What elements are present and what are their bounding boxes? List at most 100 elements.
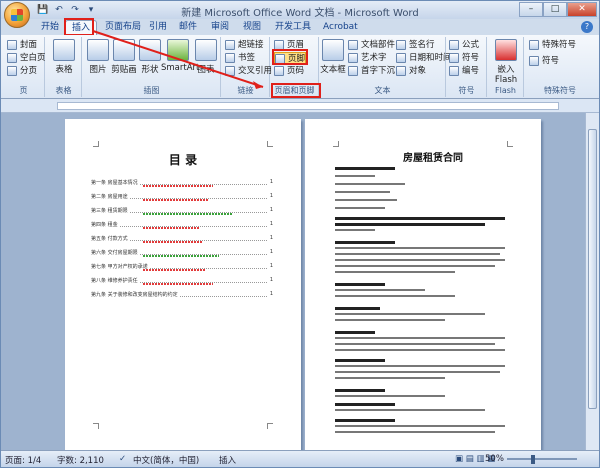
contract-text-line	[335, 343, 495, 345]
contract-text-line	[335, 253, 500, 255]
date-time-button[interactable]: 日期和时间	[396, 52, 452, 64]
zoom-slider-thumb[interactable]	[531, 455, 535, 464]
tab-view[interactable]: 视图	[237, 20, 267, 35]
contract-text-line	[335, 229, 375, 231]
equation-button[interactable]: 公式	[449, 39, 479, 51]
contract-text-line	[335, 223, 485, 226]
page-contract: 房屋租赁合同	[305, 119, 541, 451]
tab-acrobat[interactable]: Acrobat	[317, 20, 364, 35]
proofing-icon[interactable]: ✓	[119, 454, 126, 464]
cover-page-button[interactable]: 封面	[7, 39, 37, 51]
shapes-icon	[139, 39, 161, 61]
contract-text-line	[335, 377, 445, 379]
numbering-button[interactable]: 编号	[449, 65, 479, 77]
embed-flash-button[interactable]: 嵌入 Flash	[491, 39, 521, 85]
zoom-level[interactable]: 50%	[485, 454, 504, 464]
group-label-tables: 表格	[55, 86, 72, 95]
group-label-pages: 页	[19, 86, 28, 95]
contract-text-line	[335, 419, 395, 422]
chart-icon	[195, 39, 217, 61]
maximize-button[interactable]: □	[543, 2, 567, 17]
object-button[interactable]: 对象	[396, 65, 426, 77]
contract-text-line	[335, 283, 385, 286]
group-flash: 嵌入 Flash Flash	[488, 37, 524, 97]
tab-developer[interactable]: 开发工具	[269, 20, 317, 35]
tab-home[interactable]: 开始	[35, 20, 65, 35]
drop-cap-button[interactable]: 首字下沉	[348, 65, 395, 77]
toc-entry[interactable]: 第三条 租赁期限 1	[91, 207, 273, 216]
scroll-thumb[interactable]	[588, 129, 597, 409]
group-symbols: 公式 符号 编号 符号	[447, 37, 487, 97]
contract-text-line	[335, 389, 385, 392]
signature-line-button[interactable]: 签名行	[396, 39, 435, 51]
picture-icon	[87, 39, 109, 61]
bookmark-button[interactable]: 书签	[225, 52, 255, 64]
close-button[interactable]: ✕	[567, 2, 597, 17]
zoom-slider[interactable]	[507, 458, 577, 460]
word-count[interactable]: 字数: 2,110	[57, 454, 104, 466]
toc-entry[interactable]: 第五条 付款方式 1	[91, 235, 273, 244]
margin-mark	[333, 141, 339, 147]
tab-review[interactable]: 审阅	[205, 20, 235, 35]
minimize-button[interactable]: –	[519, 2, 543, 17]
contract-text-line	[335, 337, 505, 339]
chart-button[interactable]: 图表	[191, 39, 221, 75]
office-button[interactable]	[4, 2, 30, 28]
contract-text-line	[335, 271, 455, 273]
hyperlink-button[interactable]: 超链接	[225, 39, 264, 51]
contract-text-line	[335, 295, 455, 297]
textbox-button[interactable]: 文本框	[318, 39, 348, 75]
tab-mailings[interactable]: 邮件	[173, 20, 203, 35]
contract-text-line	[335, 425, 505, 427]
contract-text-line	[335, 183, 405, 185]
toc-entry[interactable]: 第六条 交付房屋期限 1	[91, 249, 273, 258]
contract-text-line	[335, 247, 505, 249]
contract-text-line	[335, 217, 505, 220]
page-count[interactable]: 页面: 1/4	[5, 454, 41, 466]
smartart-button[interactable]: SmartArt	[161, 39, 199, 73]
toc-entry[interactable]: 第八条 维修养护责任 1	[91, 277, 273, 286]
page-break-button[interactable]: 分页	[7, 65, 37, 77]
margin-mark	[267, 141, 273, 147]
contract-text-line	[335, 259, 505, 261]
symbol-button[interactable]: 符号	[449, 52, 479, 64]
toc-entry[interactable]: 第七条 甲方对产权的承诺 1	[91, 263, 273, 272]
vertical-scrollbar[interactable]	[585, 113, 599, 451]
toc-entry[interactable]: 第九条 关于装修和改变房屋结构的约定 1	[91, 291, 273, 300]
contract-text-line	[335, 349, 505, 351]
flash-icon	[495, 39, 517, 61]
window-title: 新建 Microsoft Office Word 文档 - Microsoft …	[181, 8, 419, 19]
language[interactable]: 中文(简体，中国)	[133, 454, 199, 466]
tab-page-layout[interactable]: 页面布局	[99, 20, 147, 35]
toc-entry[interactable]: 第四条 租金 1	[91, 221, 273, 230]
contract-text-line	[335, 431, 495, 433]
blank-page-button[interactable]: 空白页	[7, 52, 46, 64]
insert-mode[interactable]: 插入	[219, 454, 236, 466]
toc-entry[interactable]: 第二条 房屋用途 1	[91, 193, 273, 202]
cross-reference-button[interactable]: 交叉引用	[225, 65, 272, 77]
toc-entry[interactable]: 第一条 房屋基本情况 1	[91, 179, 273, 188]
document-area: 目 录 第一条 房屋基本情况 1 第二条 房屋用途 1 第三条 租赁期限 1 第四条 租金 1…	[1, 113, 585, 451]
page-toc: 目 录 第一条 房屋基本情况 1 第二条 房屋用途 1 第三条 租赁期限 1 第四条 租金 1…	[65, 119, 301, 451]
contract-text-line	[335, 319, 445, 321]
tab-references[interactable]: 引用	[143, 20, 173, 35]
page-number-button[interactable]: 页码	[274, 65, 304, 77]
margin-mark	[507, 141, 513, 147]
clipart-icon	[113, 39, 135, 61]
group-text: 文本框 文档部件 艺术字 首字下沉 签名行 日期和时间 对象 文本	[318, 37, 452, 97]
wordart-button[interactable]: 艺术字	[348, 52, 387, 64]
contract-text-line	[335, 175, 375, 177]
contract-text-line	[335, 371, 500, 373]
contract-text-line	[335, 365, 505, 367]
special-symbol-dropdown[interactable]: 符号	[529, 55, 559, 67]
quick-parts-button[interactable]: 文档部件	[348, 39, 395, 51]
special-symbols-button[interactable]: 特殊符号	[529, 39, 576, 51]
help-icon[interactable]: ?	[581, 21, 593, 33]
group-special-symbols: 特殊符号 符号 特殊符号	[525, 37, 595, 97]
group-label-special-symbols: 特殊符号	[544, 86, 576, 95]
contract-text-line	[335, 199, 397, 201]
table-icon	[53, 39, 75, 61]
contract-text-line	[335, 359, 385, 362]
table-button[interactable]: 表格	[49, 39, 79, 75]
group-label-illustrations: 插图	[143, 86, 160, 95]
